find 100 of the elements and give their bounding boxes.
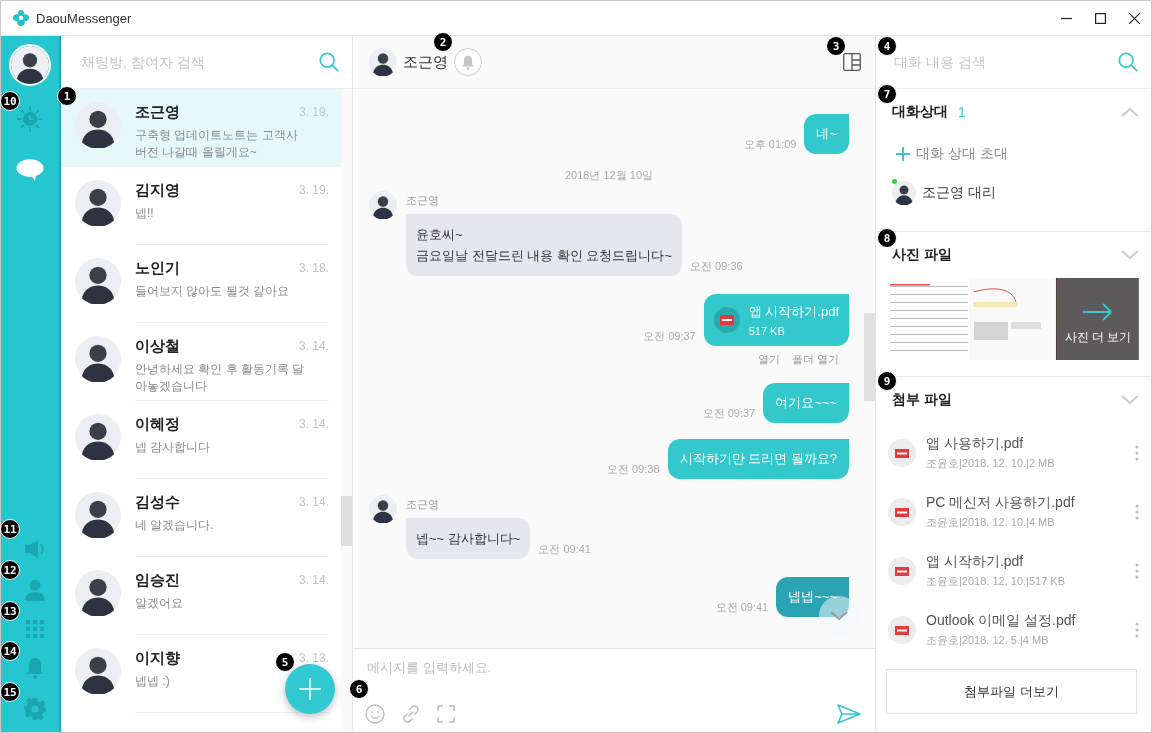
avatar-icon	[75, 414, 121, 460]
chat-date: 3. 14.	[298, 572, 329, 587]
message-time: 오전 09:41	[538, 542, 591, 557]
kebab-icon	[1135, 503, 1139, 520]
bell-icon	[461, 54, 475, 70]
more-options-button[interactable]	[1135, 444, 1139, 461]
message-time: 오전 09:41	[715, 600, 769, 615]
chat-title: 조근영	[403, 52, 448, 72]
pdf-icon	[888, 615, 916, 644]
fullscreen-button[interactable]	[437, 705, 455, 723]
chat-date: 3. 13.	[298, 650, 329, 665]
message-preview: 넵넵 :)	[135, 673, 171, 690]
participant-count: 1	[958, 104, 967, 120]
message-time: 오후 01:09	[743, 137, 797, 152]
section-title: 사진 파일	[892, 246, 952, 264]
message-preview: 넵!!	[135, 205, 155, 222]
send-icon	[837, 704, 861, 724]
avatar-icon	[369, 48, 397, 76]
search-field[interactable]: 채팅방, 참여자 검색	[79, 53, 318, 71]
avatar-icon	[369, 495, 397, 523]
more-photos-button[interactable]: 사진 더 보기	[1057, 278, 1139, 360]
avatar-icon	[75, 102, 121, 148]
person-icon	[25, 579, 45, 601]
scrollbar-thumb[interactable]	[864, 313, 875, 401]
close-icon	[1128, 12, 1140, 24]
contact-name: 임승진	[135, 571, 180, 590]
contact-name: 이지향	[135, 649, 180, 668]
contact-name: 김지영	[135, 181, 180, 200]
search-icon	[318, 51, 340, 73]
sent-message: 시작하기만 드리면 될까요?	[667, 439, 849, 479]
file-name[interactable]: Outlook 이메일 설정.pdf	[926, 611, 1135, 630]
file-name[interactable]: 앱 시작하기.pdf	[926, 552, 1135, 571]
send-button[interactable]	[837, 704, 861, 724]
avatar-icon	[75, 258, 121, 304]
received-message: 윤호씨~ 금요일날 전달드린 내용 확인 요청드립니다~	[406, 214, 683, 276]
search-icon	[1117, 51, 1139, 73]
link-button[interactable]	[401, 704, 421, 724]
date-divider: 2018년 12월 10일	[564, 169, 654, 181]
more-options-button[interactable]	[1135, 562, 1139, 579]
contact-name: 노인기	[135, 259, 180, 278]
participant-name: 조근영 대리	[922, 184, 996, 202]
section-title: 첨부 파일	[892, 391, 952, 409]
fullscreen-icon	[437, 705, 455, 723]
file-name[interactable]: PC 메신저 사용하기.pdf	[926, 493, 1135, 512]
plus-icon	[896, 147, 910, 161]
pdf-icon	[888, 438, 916, 467]
notification-button[interactable]	[454, 48, 482, 76]
sender-name: 조근영	[406, 193, 440, 208]
scrollbar-thumb[interactable]	[341, 496, 352, 546]
kebab-icon	[1135, 621, 1139, 638]
chat-date: 3. 19.	[298, 182, 329, 197]
more-options-button[interactable]	[1135, 503, 1139, 520]
message-time: 오전 09:36	[690, 259, 743, 274]
plus-icon	[299, 678, 321, 700]
avatar-icon	[75, 492, 121, 538]
logo-icon	[12, 9, 30, 27]
chevron-down-icon	[830, 611, 848, 621]
chevron-down-icon	[1121, 250, 1139, 260]
section-title: 대화상대	[892, 103, 948, 121]
link-icon	[401, 704, 421, 724]
message-preview: 안녕하세요 확인 후 활동기록 달아놓겠습니다	[135, 361, 306, 395]
more-attachments-button[interactable]: 첨부파일 더보기	[886, 669, 1137, 714]
contact-name: 이혜정	[135, 415, 180, 434]
contact-name: 이상철	[135, 337, 180, 356]
emoji-button[interactable]	[365, 704, 385, 724]
file-name[interactable]: 앱 사용하기.pdf	[926, 434, 1135, 453]
panel-toggle-button[interactable]	[843, 53, 861, 71]
avatar-icon	[75, 570, 121, 616]
file-name: 앱 시작하기.pdf	[748, 303, 839, 321]
message-preview: 네 알겠습니다.	[135, 517, 215, 534]
sender-name: 조근영	[406, 497, 440, 512]
window-title: DaouMessenger	[36, 10, 133, 26]
sent-message: 네~	[804, 114, 849, 154]
contact-name: 조근영	[135, 103, 180, 122]
avatar-icon	[11, 46, 49, 84]
arrow-right-icon	[1083, 302, 1113, 321]
file-meta: 조윤호|2018. 12. 10.|517 KB	[926, 573, 1067, 589]
pdf-icon	[713, 307, 740, 333]
chat-bubble-icon	[16, 158, 44, 182]
received-message: 넵~~ 감사합니다~	[406, 518, 531, 559]
chat-date: 3. 18.	[298, 260, 329, 275]
invite-button[interactable]: 대화 상대 초대	[896, 141, 1008, 167]
message-preview: 넵 감사합니다	[135, 439, 212, 456]
kebab-icon	[1135, 444, 1139, 461]
file-meta: 조윤호|2018. 12. 5.|4 MB	[926, 632, 1050, 648]
smiley-icon	[365, 704, 385, 724]
gear-icon	[24, 698, 46, 720]
avatar-icon	[369, 191, 397, 219]
split-panel-icon	[843, 53, 861, 71]
avatar-icon	[75, 648, 121, 694]
message-time: 오전 09:37	[702, 406, 756, 421]
contact-name: 김성수	[135, 493, 180, 512]
bell-icon	[25, 657, 45, 679]
message-input[interactable]: 메시지를 입력하세요.	[365, 659, 861, 676]
kebab-icon	[1135, 562, 1139, 579]
sent-message: 넵넵~~~	[776, 577, 849, 617]
chat-date: 3. 14.	[298, 416, 329, 431]
maximize-icon	[1094, 12, 1106, 24]
more-options-button[interactable]	[1135, 621, 1139, 638]
chat-date: 3. 14.	[298, 494, 329, 509]
